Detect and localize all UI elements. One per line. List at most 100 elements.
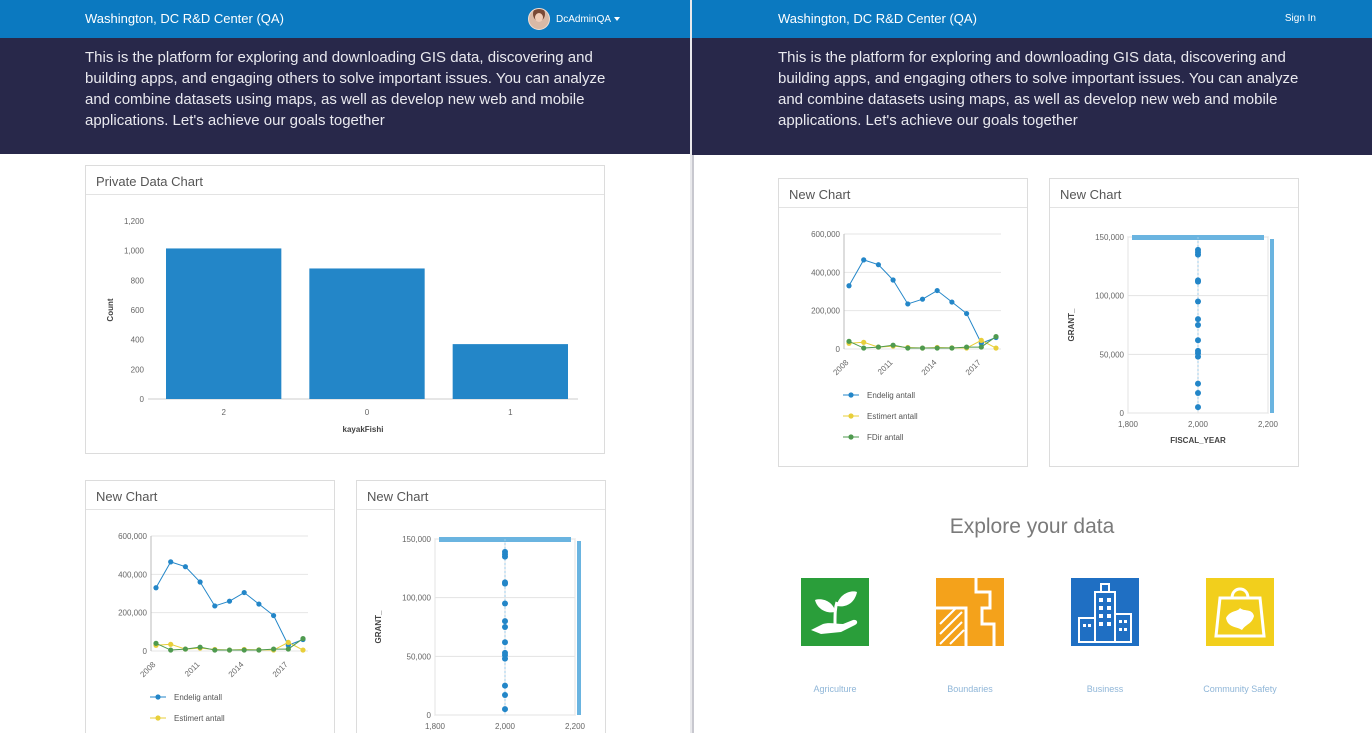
x-tick-label: 0: [365, 408, 370, 417]
data-point: [920, 345, 925, 350]
category-agriculture[interactable]: Agriculture: [775, 578, 895, 694]
data-point: [286, 640, 291, 645]
legend-swatch-dot: [155, 715, 160, 720]
site-title-link[interactable]: Washington, DC R&D Center (QA): [85, 11, 284, 26]
y-tick-label: 1,000: [124, 247, 145, 256]
y-axis-title: Count: [106, 298, 115, 321]
data-point: [227, 599, 232, 604]
bar: [309, 268, 424, 399]
category-label[interactable]: Agriculture: [775, 684, 895, 694]
data-point: [242, 647, 247, 652]
data-point: [935, 345, 940, 350]
legend-label: Estimert antall: [174, 714, 225, 723]
y-tick-label: 400: [131, 336, 145, 345]
data-point: [920, 297, 925, 302]
legend-swatch-dot: [848, 392, 853, 397]
line-chart: 0200,000400,000600,0002008201120142017En…: [86, 481, 334, 733]
x-tick-label: 2: [221, 408, 226, 417]
hero-banner: This is the platform for exploring and d…: [692, 38, 1372, 155]
legend-label: Estimert antall: [867, 412, 918, 421]
x-tick-label: 2017: [271, 660, 290, 679]
data-point: [1195, 381, 1201, 387]
data-point: [502, 692, 508, 698]
y-tick-label: 400,000: [811, 268, 840, 277]
data-point: [271, 613, 276, 618]
legend-swatch-dot: [848, 434, 853, 439]
category-label[interactable]: Community Safety: [1180, 684, 1300, 694]
x-tick-label: 1,800: [425, 722, 446, 731]
legend-swatch-dot: [848, 413, 853, 418]
data-point: [846, 283, 851, 288]
data-point: [993, 334, 998, 339]
data-point: [1195, 247, 1201, 253]
hero-text: This is the platform for exploring and d…: [85, 47, 625, 131]
building-icon[interactable]: [1071, 578, 1139, 646]
data-point: [168, 559, 173, 564]
y-tick-label: 100,000: [402, 594, 431, 603]
data-point: [1195, 337, 1201, 343]
data-point: [1195, 322, 1201, 328]
legend-label: Endelig antall: [867, 391, 915, 400]
y-tick-label: 200,000: [811, 307, 840, 316]
data-point: [502, 549, 508, 555]
plant-hand-icon[interactable]: [801, 578, 869, 646]
bar-chart: 02004006008001,0001,200201kayakFishiCoun…: [86, 166, 604, 453]
data-point: [964, 344, 969, 349]
scatter-chart: 050,000100,000150,0001,8002,0002,200FISC…: [357, 481, 605, 733]
x-tick-label: 2008: [831, 358, 850, 377]
safety-bag-icon[interactable]: [1206, 578, 1274, 646]
bar: [453, 344, 568, 399]
x-axis-title: FISCAL_YEAR: [1170, 436, 1226, 445]
selection-bar-right: [577, 541, 581, 715]
data-point: [168, 647, 173, 652]
site-title-link[interactable]: Washington, DC R&D Center (QA): [778, 11, 977, 26]
data-point: [979, 338, 984, 343]
hero-text: This is the platform for exploring and d…: [778, 47, 1318, 131]
x-tick-label: 2017: [964, 358, 983, 377]
category-community-safety[interactable]: Community Safety: [1180, 578, 1300, 694]
data-point: [1195, 316, 1201, 322]
scatter-chart-card: New Chart 050,000100,000150,0001,8002,00…: [1049, 178, 1299, 467]
y-tick-label: 200: [131, 365, 145, 374]
y-tick-label: 100,000: [1095, 292, 1124, 301]
data-point: [502, 639, 508, 645]
hero-banner: This is the platform for exploring and d…: [0, 38, 690, 154]
data-point: [502, 579, 508, 585]
user-menu[interactable]: DcAdminQA: [528, 7, 620, 31]
x-tick-label: 1: [508, 408, 513, 417]
category-business[interactable]: Business: [1045, 578, 1165, 694]
data-point: [876, 262, 881, 267]
y-tick-label: 200,000: [118, 609, 147, 618]
data-point: [891, 343, 896, 348]
data-point: [502, 683, 508, 689]
data-point: [891, 277, 896, 282]
data-point: [300, 647, 305, 652]
scatter-chart-card: New Chart 050,000100,000150,0001,8002,00…: [356, 480, 606, 733]
y-tick-label: 50,000: [1100, 350, 1125, 359]
y-axis-title: GRANT_: [1067, 308, 1076, 341]
sign-in-link[interactable]: Sign In: [1285, 13, 1316, 24]
category-label[interactable]: Boundaries: [910, 684, 1030, 694]
data-point: [256, 601, 261, 606]
data-point: [183, 564, 188, 569]
selection-bar-right: [1270, 239, 1274, 413]
bar: [166, 248, 281, 399]
category-boundaries[interactable]: Boundaries: [910, 578, 1030, 694]
data-point: [993, 345, 998, 350]
data-point: [1195, 348, 1201, 354]
data-point: [876, 344, 881, 349]
y-tick-label: 400,000: [118, 570, 147, 579]
private-data-chart-card: Private Data Chart 02004006008001,0001,2…: [85, 165, 605, 454]
data-point: [502, 624, 508, 630]
x-tick-label: 2014: [920, 358, 939, 377]
data-point: [212, 647, 217, 652]
boundaries-icon[interactable]: [936, 578, 1004, 646]
data-point: [861, 257, 866, 262]
category-label[interactable]: Business: [1045, 684, 1165, 694]
scatter-chart: 050,000100,000150,0001,8002,0002,200FISC…: [1050, 179, 1298, 466]
legend-swatch-dot: [155, 694, 160, 699]
data-point: [271, 646, 276, 651]
data-point: [1195, 299, 1201, 305]
data-point: [861, 340, 866, 345]
y-tick-label: 0: [836, 345, 841, 354]
